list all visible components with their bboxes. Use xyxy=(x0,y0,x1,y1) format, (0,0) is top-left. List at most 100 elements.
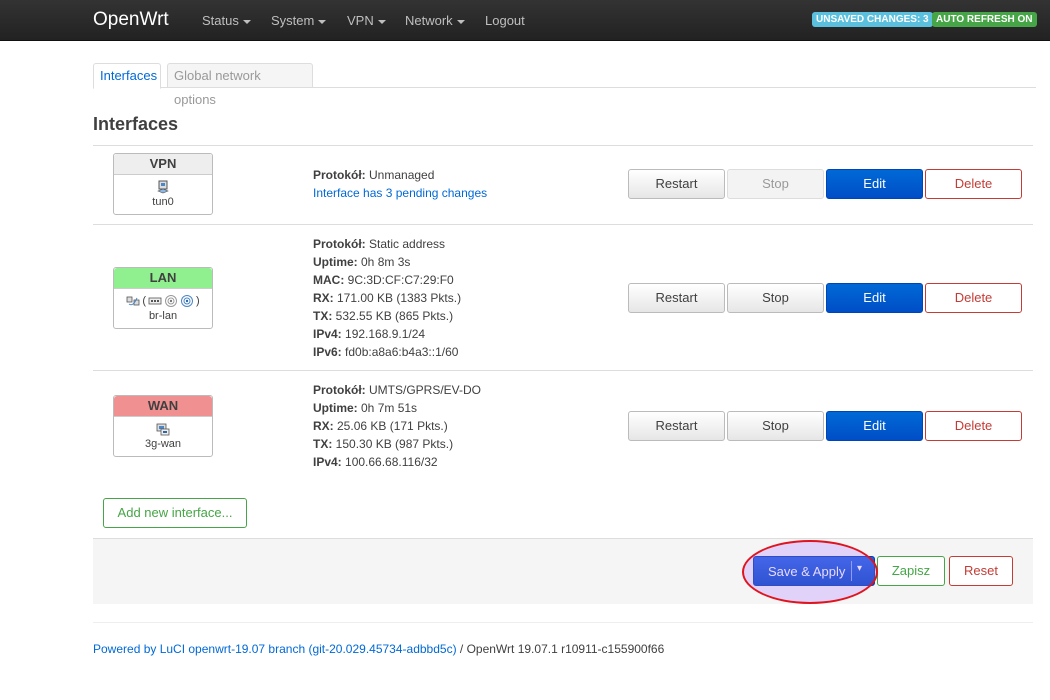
pending-changes-link[interactable]: Interface has 3 pending changes xyxy=(313,184,487,202)
auto-refresh-badge[interactable]: AUTO REFRESH ON xyxy=(932,12,1037,27)
stop-button[interactable]: Stop xyxy=(727,169,824,199)
edit-button[interactable]: Edit xyxy=(826,283,923,313)
wifi-icon xyxy=(165,295,177,307)
menu-system-label: System xyxy=(271,13,315,28)
interface-name: VPN xyxy=(114,154,212,175)
edit-button[interactable]: Edit xyxy=(826,169,923,199)
edit-button[interactable]: Edit xyxy=(826,411,923,441)
tab-interfaces[interactable]: Interfaces xyxy=(93,63,161,89)
menu-logout[interactable]: Logout xyxy=(485,13,525,28)
interface-info: Protokół: Static address Uptime: 0h 8m 3… xyxy=(313,235,461,361)
info-value: 9C:3D:CF:C7:29:F0 xyxy=(344,273,454,287)
delete-button[interactable]: Delete xyxy=(925,169,1022,199)
stop-button[interactable]: Stop xyxy=(727,411,824,441)
interface-device: br-lan xyxy=(148,310,178,322)
interface-row-lan: LAN ( ) br-lan Protokół: Static address … xyxy=(93,225,1033,370)
info-key: Protokół: xyxy=(313,168,366,182)
save-apply-button[interactable]: Save & Apply ▾ xyxy=(753,556,875,586)
interface-icons xyxy=(114,178,212,196)
interface-info: Protokół: Unmanaged Interface has 3 pend… xyxy=(313,166,487,202)
zapisz-button[interactable]: Zapisz xyxy=(877,556,945,586)
menu-logout-label: Logout xyxy=(485,13,525,28)
interface-name: WAN xyxy=(114,396,212,417)
info-key: Protokół: xyxy=(313,237,366,251)
menu-status[interactable]: Status xyxy=(202,13,251,28)
info-line: IPv6: fd0b:a8a6:b4a3::1/60 xyxy=(313,343,461,361)
info-value: 150.30 KB (987 Pkts.) xyxy=(332,437,454,451)
brand-logo[interactable]: OpenWrt xyxy=(93,9,169,31)
interface-badge-lan[interactable]: LAN ( ) br-lan xyxy=(113,267,213,329)
info-line: MAC: 9C:3D:CF:C7:29:F0 xyxy=(313,271,461,289)
network-device-icon xyxy=(157,180,169,194)
info-key: TX: xyxy=(313,437,333,451)
bridge-paren-close: ) xyxy=(196,295,200,307)
info-line: Protokół: Static address xyxy=(313,235,461,253)
unsaved-changes-badge[interactable]: UNSAVED CHANGES: 3 xyxy=(812,12,933,27)
info-line: TX: 150.30 KB (987 Pkts.) xyxy=(313,435,481,453)
info-value: UMTS/GPRS/EV-DO xyxy=(365,383,482,397)
menu-system[interactable]: System xyxy=(271,13,327,28)
interface-badge-wan[interactable]: WAN 3g-wan xyxy=(113,395,213,457)
info-value: 0h 7m 51s xyxy=(357,401,418,415)
restart-button[interactable]: Restart xyxy=(628,169,725,199)
info-line: IPv4: 100.66.68.116/32 xyxy=(313,453,481,471)
switch-icon xyxy=(148,297,162,305)
menu-network[interactable]: Network xyxy=(405,13,465,28)
info-value: fd0b:a8a6:b4a3::1/60 xyxy=(341,345,459,359)
info-key: IPv4: xyxy=(313,455,342,469)
info-value: 100.66.68.116/32 xyxy=(341,455,438,469)
split-divider xyxy=(851,561,852,581)
stop-button[interactable]: Stop xyxy=(727,283,824,313)
info-line: IPv4: 192.168.9.1/24 xyxy=(313,325,461,343)
interface-row-vpn: VPN tun0 Protokół: Unmanaged Interface h… xyxy=(93,146,1033,224)
luci-version-link[interactable]: Powered by LuCI openwrt-19.07 branch (gi… xyxy=(93,642,457,656)
info-value: 0h 8m 3s xyxy=(357,255,411,269)
info-key: MAC: xyxy=(313,273,345,287)
info-line: Uptime: 0h 7m 51s xyxy=(313,399,481,417)
menu-vpn-label: VPN xyxy=(347,13,374,28)
menu-status-label: Status xyxy=(202,13,239,28)
chevron-down-icon xyxy=(456,19,465,24)
info-value: Unmanaged xyxy=(365,168,435,182)
info-line: TX: 532.55 KB (865 Pkts.) xyxy=(313,307,461,325)
menu-vpn[interactable]: VPN xyxy=(347,13,386,28)
info-key: Uptime: xyxy=(313,255,358,269)
reset-button[interactable]: Reset xyxy=(949,556,1013,586)
info-line: RX: 171.00 KB (1383 Pkts.) xyxy=(313,289,461,307)
tab-global-network-options[interactable]: Global network options xyxy=(167,63,313,107)
info-key: IPv4: xyxy=(313,327,342,341)
add-new-interface-button[interactable]: Add new interface... xyxy=(103,498,247,528)
tab-bar: Interfaces Global network options xyxy=(93,63,1036,107)
footer-version-text: / OpenWrt 19.07.1 r10911-c155900f66 xyxy=(456,642,665,656)
interface-device: tun0 xyxy=(152,196,174,208)
interface-name: LAN xyxy=(114,268,212,289)
info-value: 171.00 KB (1383 Pkts.) xyxy=(333,291,462,305)
info-value: Static address xyxy=(365,237,446,251)
chevron-down-icon xyxy=(242,19,251,24)
chevron-down-icon[interactable]: ▾ xyxy=(857,563,862,574)
interface-info: Protokół: UMTS/GPRS/EV-DO Uptime: 0h 7m … xyxy=(313,381,481,471)
bridge-icon xyxy=(126,296,140,306)
save-apply-label: Save & Apply xyxy=(768,564,846,579)
menu-network-label: Network xyxy=(405,13,453,28)
restart-button[interactable]: Restart xyxy=(628,283,725,313)
chevron-down-icon xyxy=(318,19,327,24)
info-line: RX: 25.06 KB (171 Pkts.) xyxy=(313,417,481,435)
info-line: Protokół: Unmanaged xyxy=(313,166,487,184)
delete-button[interactable]: Delete xyxy=(925,283,1022,313)
info-key: TX: xyxy=(313,309,333,323)
chevron-down-icon xyxy=(377,19,386,24)
interface-icons: ( ) xyxy=(114,292,212,310)
info-key: Uptime: xyxy=(313,401,358,415)
info-key: IPv6: xyxy=(313,345,342,359)
info-key: RX: xyxy=(313,419,334,433)
bridge-paren-open: ( xyxy=(142,295,146,307)
restart-button[interactable]: Restart xyxy=(628,411,725,441)
interface-badge-vpn[interactable]: VPN tun0 xyxy=(113,153,213,215)
info-key: RX: xyxy=(313,291,334,305)
info-value: 532.55 KB (865 Pkts.) xyxy=(332,309,454,323)
top-navbar: OpenWrt Status System VPN Network Logout… xyxy=(0,0,1050,41)
delete-button[interactable]: Delete xyxy=(925,411,1022,441)
info-key: Protokół: xyxy=(313,383,366,397)
info-line: Protokół: UMTS/GPRS/EV-DO xyxy=(313,381,481,399)
